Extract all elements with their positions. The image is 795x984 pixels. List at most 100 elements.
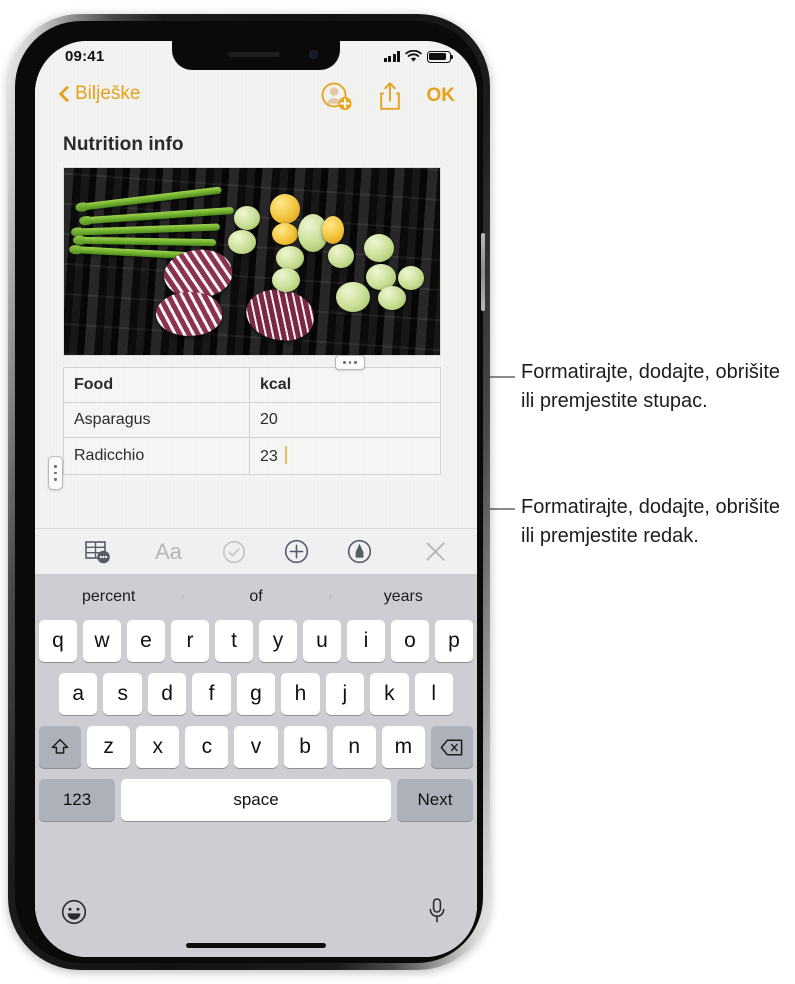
checklist-icon[interactable] [222,540,246,564]
prediction-2[interactable]: years [329,588,477,606]
grilled-vegetables-photo[interactable] [63,167,441,356]
add-attachment-icon[interactable] [284,539,309,564]
key-z[interactable]: z [87,726,131,768]
chevron-left-icon [59,85,70,104]
microphone-icon[interactable] [427,897,447,930]
squash-12 [398,266,424,290]
wifi-icon [405,50,422,62]
numbers-key[interactable]: 123 [39,779,115,821]
key-o[interactable]: o [391,620,429,662]
callout-row-text: Formatirajte, dodajte, obrišite ili prem… [521,496,781,547]
table-header-food[interactable]: Food [63,367,250,403]
key-j[interactable]: j [325,673,365,715]
key-a[interactable]: a [59,673,98,715]
key-k[interactable]: k [370,673,409,715]
close-keyboard-icon[interactable] [424,540,447,563]
key-c[interactable]: c [185,726,229,768]
backspace-icon[interactable] [430,726,473,768]
power-button[interactable] [481,233,485,311]
squash-5 [276,246,304,270]
key-h[interactable]: h [281,673,320,715]
key-t[interactable]: t [215,620,253,662]
navigation-bar: Bilješke OK [35,75,477,127]
back-button-label: Bilješke [75,83,141,104]
key-y[interactable]: y [259,620,297,662]
key-e[interactable]: e [127,620,165,662]
table-column-handle[interactable] [335,355,365,370]
phone-bezel: 09:41 Bilješke OK Nutrition info Food kc… [15,21,485,963]
key-d[interactable]: d [147,673,187,715]
key-b[interactable]: b [283,726,327,768]
status-time: 09:41 [65,48,105,65]
squash-1 [234,206,260,230]
home-indicator[interactable] [186,943,326,948]
keyboard-row-3: z x c v b n m [35,726,477,768]
table-header-row: Food kcal [63,367,441,403]
front-camera-icon [309,50,318,59]
battery-icon [427,50,454,63]
cell-kcal-0[interactable]: 20 [249,402,441,438]
text-format-icon[interactable]: Aa [155,539,182,565]
key-p[interactable]: p [435,620,473,662]
phone-screen: 09:41 Bilješke OK Nutrition info Food kc… [35,41,477,957]
emoji-smiley-icon[interactable] [61,899,87,930]
format-toolbar: Aa [35,528,477,574]
cell-kcal-1[interactable]: 23 [249,437,441,475]
keyboard-row-1: q w e r t y u i o p [35,620,477,662]
squash-10 [364,234,394,262]
cell-food-1[interactable]: Radicchio [63,437,250,475]
earpiece-speaker [227,52,280,57]
keyboard-bottom-bar [35,891,477,957]
squash-2 [228,230,256,254]
key-n[interactable]: n [332,726,376,768]
key-s[interactable]: s [103,673,142,715]
screenshot-canvas: Formatirajte, dodajte, obrišite ili prem… [0,0,795,984]
callout-column-text: Formatirajte, dodajte, obrišite ili prem… [521,361,781,412]
table-row: Asparagus 20 [63,402,441,438]
key-m[interactable]: m [381,726,425,768]
space-key[interactable]: space [121,779,391,821]
key-w[interactable]: w [83,620,121,662]
markup-pen-icon[interactable] [347,539,372,564]
prediction-1[interactable]: of [182,588,329,606]
phone-frame: 09:41 Bilješke OK Nutrition info Food kc… [8,14,490,970]
keyboard-row-2: a s d f g h j k l [35,673,477,715]
nav-actions: OK [321,81,456,111]
nutrition-table[interactable]: Food kcal Asparagus 20 Radicchio 23 [63,367,441,475]
return-key[interactable]: Next [397,779,473,821]
key-x[interactable]: x [136,726,180,768]
key-q[interactable]: q [39,620,77,662]
key-v[interactable]: v [234,726,278,768]
key-r[interactable]: r [171,620,209,662]
key-f[interactable]: f [192,673,231,715]
onscreen-keyboard: percent of years q w e r t y u i o p a s… [35,574,477,957]
key-u[interactable]: u [303,620,341,662]
keyboard-row-4: 123 space Next [35,779,477,821]
cellular-signal-icon [383,51,400,62]
notch [172,41,340,70]
squash-13 [336,282,370,312]
done-button[interactable]: OK [427,85,456,107]
table-row: Radicchio 23 [63,437,441,475]
key-l[interactable]: l [414,673,453,715]
shift-arrow-icon[interactable] [39,726,81,768]
back-to-notes-button[interactable]: Bilješke [59,83,140,105]
key-i[interactable]: i [347,620,385,662]
squash-3 [270,194,300,224]
text-caret [284,446,287,464]
page-title: Nutrition info [63,134,184,155]
squash-8 [322,216,344,244]
status-indicators [383,50,454,63]
predictive-text-bar: percent of years [35,574,477,620]
squash-4 [272,223,298,245]
prediction-0[interactable]: percent [35,588,182,606]
squash-6 [272,268,300,292]
person-add-icon[interactable] [321,81,353,111]
table-header-kcal[interactable]: kcal [249,367,441,403]
table-format-icon[interactable] [85,540,111,564]
key-g[interactable]: g [236,673,276,715]
table-row-handle[interactable] [48,456,63,490]
cell-food-0[interactable]: Asparagus [63,402,250,438]
share-icon[interactable] [378,81,402,111]
squash-14 [378,286,406,310]
